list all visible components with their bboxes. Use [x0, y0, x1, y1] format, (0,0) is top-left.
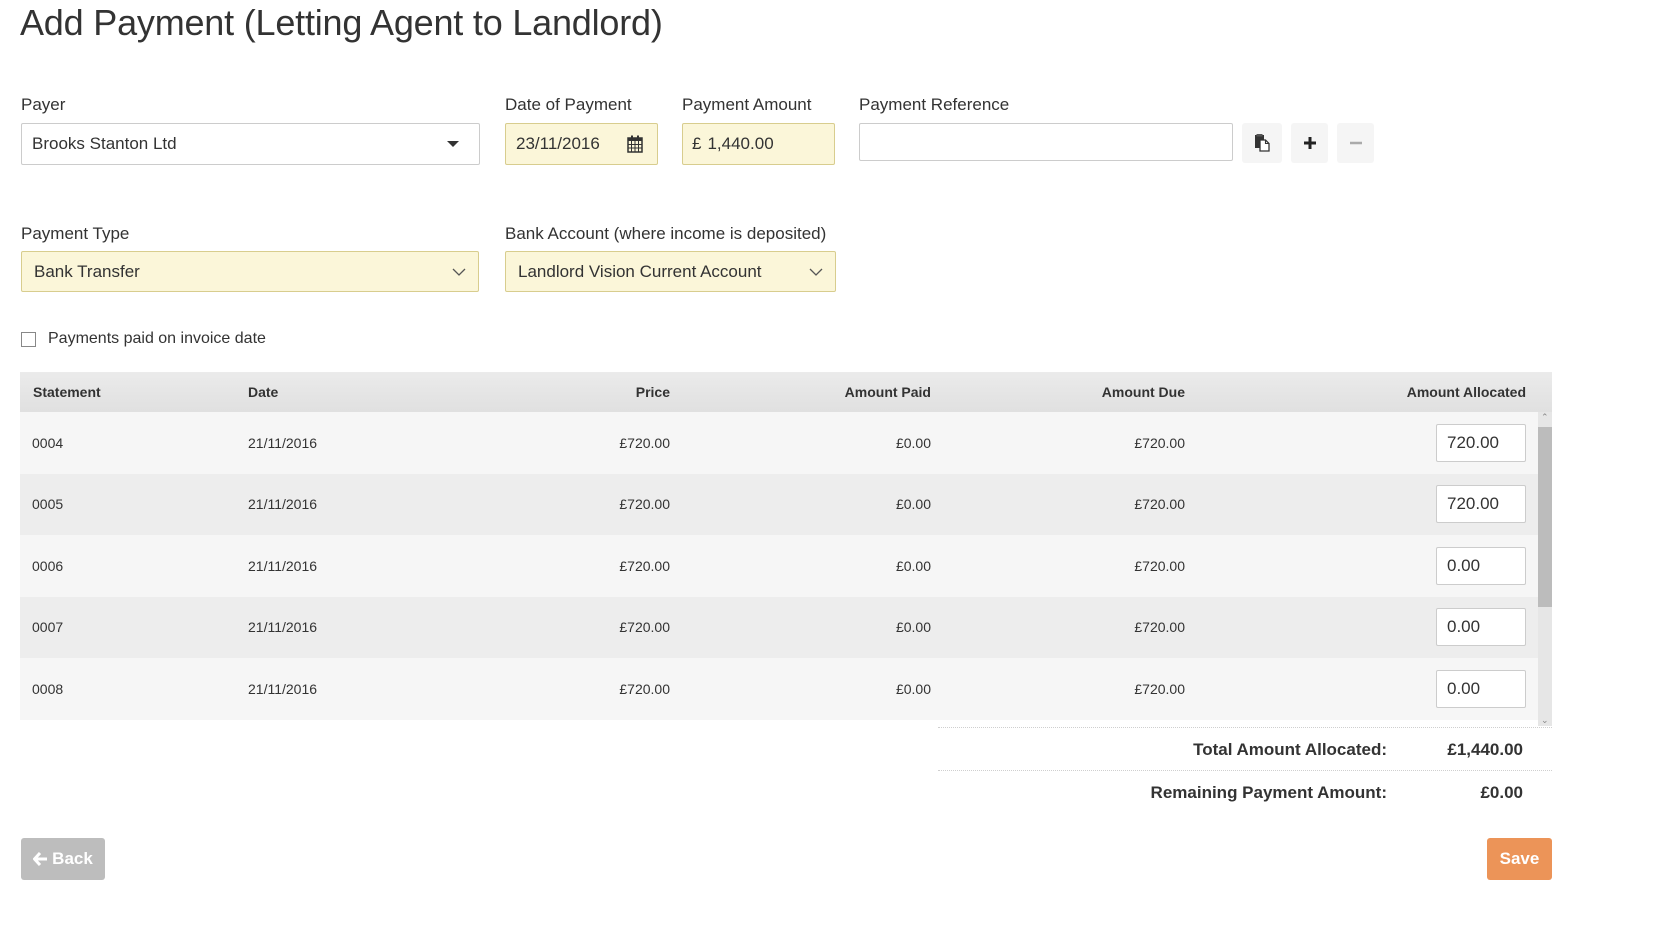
paste-icon	[1255, 134, 1270, 152]
date-of-payment-value: 23/11/2016	[516, 134, 600, 153]
payer-select[interactable]: Brooks Stanton Ltd	[21, 123, 480, 165]
payer-label: Payer	[21, 95, 66, 114]
remaining-amount-label: Remaining Payment Amount:	[1150, 783, 1387, 802]
cell-amount-paid: £0.00	[895, 496, 931, 513]
table-body: 0004 21/11/2016 £720.00 £0.00 £720.00 72…	[20, 412, 1552, 726]
payment-amount-label: Payment Amount	[682, 95, 812, 114]
cell-statement: 0006	[32, 557, 64, 574]
table-scrollbar[interactable]: ⌃ ⌄	[1538, 412, 1552, 726]
bank-account-select[interactable]: Landlord Vision Current Account	[505, 251, 836, 292]
cell-amount-paid: £0.00	[895, 557, 931, 574]
cell-amount-paid: £0.00	[895, 680, 931, 697]
amount-allocated-input[interactable]: 0.00	[1436, 669, 1526, 708]
currency-symbol: £	[692, 134, 702, 153]
cell-amount-paid: £0.00	[895, 434, 931, 451]
payment-amount-field[interactable]: £ 1,440.00	[682, 123, 835, 165]
table-row: 0008 21/11/2016 £720.00 £0.00 £720.00 0.…	[20, 658, 1552, 720]
plus-icon	[1303, 137, 1316, 149]
remaining-amount-value: £0.00	[1480, 783, 1523, 802]
chevron-down-icon	[452, 268, 466, 276]
payment-type-select[interactable]: Bank Transfer	[21, 251, 479, 292]
cell-price: £720.00	[619, 557, 670, 574]
table-row: 0006 21/11/2016 £720.00 £0.00 £720.00 0.…	[20, 535, 1552, 597]
column-header-amount-allocated[interactable]: Amount Allocated	[1185, 384, 1526, 400]
paid-on-invoice-date-checkbox[interactable]	[21, 331, 36, 347]
amount-allocated-input[interactable]: 0.00	[1436, 546, 1526, 585]
payment-reference-label: Payment Reference	[859, 95, 1010, 114]
scroll-up-icon[interactable]: ⌃	[1541, 412, 1549, 423]
cell-amount-due: £720.00	[1134, 496, 1185, 513]
cell-date: 21/11/2016	[248, 619, 318, 636]
payer-value: Brooks Stanton Ltd	[32, 134, 177, 153]
total-allocated-value: £1,440.00	[1447, 740, 1523, 759]
cell-date: 21/11/2016	[248, 680, 318, 697]
cell-statement: 0007	[32, 619, 64, 636]
payment-type-label: Payment Type	[21, 224, 130, 243]
cell-amount-due: £720.00	[1134, 434, 1185, 451]
statements-table: Statement Date Price Amount Paid Amount …	[20, 372, 1552, 726]
bank-account-value: Landlord Vision Current Account	[518, 261, 762, 281]
cell-price: £720.00	[619, 619, 670, 636]
table-row: 0007 21/11/2016 £720.00 £0.00 £720.00 0.…	[20, 596, 1552, 658]
paid-on-invoice-date-option[interactable]: Payments paid on invoice date	[21, 330, 266, 348]
scroll-down-icon[interactable]: ⌄	[1541, 715, 1549, 726]
paste-reference-button[interactable]	[1242, 123, 1282, 163]
table-header: Statement Date Price Amount Paid Amount …	[20, 372, 1552, 412]
table-row: 0005 21/11/2016 £720.00 £0.00 £720.00 72…	[20, 473, 1552, 535]
save-button-label: Save	[1499, 849, 1540, 868]
column-header-price[interactable]: Price	[455, 384, 670, 400]
payment-amount-value: 1,440.00	[707, 134, 774, 153]
remaining-amount-row: Remaining Payment Amount: £0.00	[938, 771, 1552, 814]
caret-down-icon	[447, 141, 459, 147]
column-header-statement[interactable]: Statement	[20, 384, 235, 400]
amount-allocated-input[interactable]: 0.00	[1436, 608, 1526, 647]
cell-price: £720.00	[619, 434, 670, 451]
total-allocated-label: Total Amount Allocated:	[1193, 740, 1387, 759]
amount-allocated-input[interactable]: 720.00	[1436, 423, 1526, 462]
cell-price: £720.00	[619, 496, 670, 513]
total-allocated-row: Total Amount Allocated: £1,440.00	[938, 728, 1552, 771]
cell-amount-paid: £0.00	[895, 619, 931, 636]
chevron-down-icon	[809, 268, 823, 276]
payment-type-value: Bank Transfer	[34, 261, 140, 281]
page-title: Add Payment (Letting Agent to Landlord)	[20, 2, 663, 43]
column-header-date[interactable]: Date	[235, 384, 455, 400]
cell-statement: 0004	[32, 434, 64, 451]
cell-price: £720.00	[619, 680, 670, 697]
column-header-amount-paid[interactable]: Amount Paid	[670, 384, 931, 400]
cell-amount-due: £720.00	[1134, 557, 1185, 574]
scrollbar-thumb[interactable]	[1538, 427, 1552, 607]
amount-allocated-input[interactable]: 720.00	[1436, 485, 1526, 524]
arrow-left-icon	[33, 852, 48, 866]
cell-statement: 0005	[32, 496, 64, 513]
remove-reference-button[interactable]	[1337, 123, 1374, 163]
table-row: 0004 21/11/2016 £720.00 £0.00 £720.00 72…	[20, 412, 1552, 474]
minus-icon	[1349, 141, 1362, 145]
payment-reference-input[interactable]	[859, 123, 1233, 161]
cell-amount-due: £720.00	[1134, 619, 1185, 636]
calendar-icon[interactable]	[627, 135, 643, 153]
date-of-payment-field[interactable]: 23/11/2016	[505, 123, 658, 165]
cell-date: 21/11/2016	[248, 434, 318, 451]
cell-amount-due: £720.00	[1134, 680, 1185, 697]
column-header-amount-due[interactable]: Amount Due	[931, 384, 1185, 400]
date-of-payment-label: Date of Payment	[505, 95, 632, 114]
back-button-label: Back	[52, 849, 93, 868]
cell-date: 21/11/2016	[248, 557, 318, 574]
cell-statement: 0008	[32, 680, 64, 697]
cell-date: 21/11/2016	[248, 496, 318, 513]
save-button[interactable]: Save	[1487, 838, 1552, 880]
add-reference-button[interactable]	[1291, 123, 1328, 163]
totals-panel: Total Amount Allocated: £1,440.00 Remain…	[938, 727, 1552, 814]
back-button[interactable]: Back	[21, 838, 105, 880]
paid-on-invoice-date-label: Payments paid on invoice date	[48, 330, 266, 347]
bank-account-label: Bank Account (where income is deposited)	[505, 224, 827, 243]
